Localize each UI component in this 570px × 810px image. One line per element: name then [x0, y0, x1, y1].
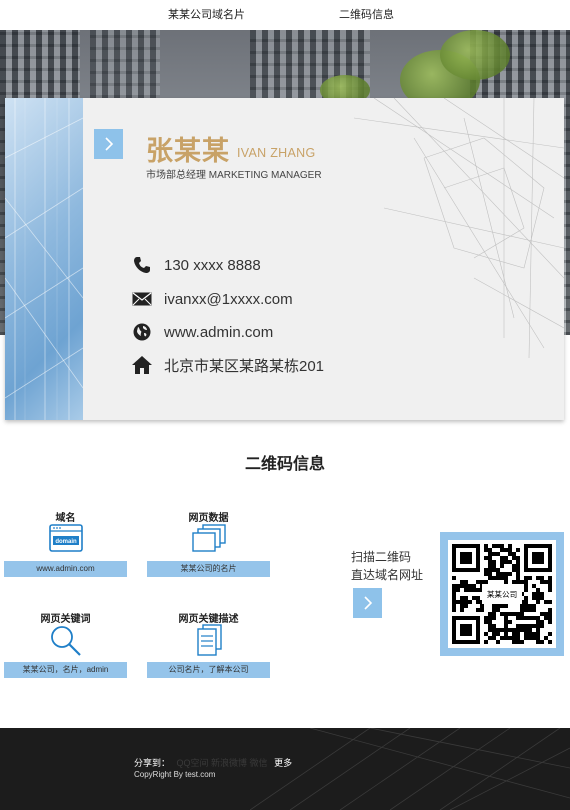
feature-description: 网页关键描述 公司名片，了解本公司 — [147, 610, 270, 680]
contact-website[interactable]: www.admin.com — [131, 321, 391, 343]
share-label: 分享到： — [134, 758, 171, 768]
scan-line-1: 扫描二维码 — [351, 550, 412, 564]
scan-instruction: 扫描二维码 直达域名网址 — [351, 548, 423, 584]
job-title: 市场部总经理 MARKETING MANAGER — [146, 170, 322, 181]
footer-decor — [250, 728, 570, 810]
contact-address[interactable]: 北京市某区某路某栋201 — [131, 354, 391, 376]
card-decor-strip — [5, 98, 83, 420]
qr-center-label: 某某公司 — [487, 590, 517, 599]
phone-text: 130 xxxx 8888 — [164, 256, 261, 274]
mail-icon — [131, 289, 153, 309]
share-bar: 分享到： QQ空间 新浪微博 微信 更多 — [134, 756, 292, 769]
domain-icon: domain — [49, 524, 83, 552]
contact-email[interactable]: ivanxx@1xxxx.com — [131, 288, 391, 310]
search-icon — [51, 626, 81, 656]
feature-title: 网页关键描述 — [178, 614, 239, 625]
qr-code-frame: 某某公司 — [440, 532, 564, 656]
feature-domain: 域名 domain www.admin.com — [4, 509, 127, 579]
contact-phone[interactable]: 130 xxxx 8888 — [131, 254, 391, 276]
copyright-text: CopyRight By test.com — [134, 770, 216, 779]
share-targets[interactable]: QQ空间 新浪微博 微信 — [177, 758, 268, 768]
scan-arrow-button[interactable] — [353, 588, 382, 618]
feature-value: 某某公司，名片，admin — [4, 662, 127, 678]
globe-icon — [131, 322, 153, 342]
home-icon — [131, 355, 153, 375]
document-icon — [197, 624, 222, 656]
person-name-en: IVAN ZHANG — [237, 146, 316, 160]
nav-link-qr-info[interactable]: 二维码信息 — [339, 6, 394, 22]
nav-link-card[interactable]: 某某公司域名片 — [168, 6, 245, 22]
feature-page-data: 网页数据 某某公司的名片 — [147, 509, 270, 579]
pages-icon — [192, 524, 226, 552]
feature-title: 网页数据 — [188, 513, 229, 524]
chevron-right-icon — [104, 137, 113, 151]
address-text: 北京市某区某路某栋201 — [164, 357, 325, 375]
share-more-link[interactable]: 更多 — [274, 758, 292, 768]
footer: 分享到： QQ空间 新浪微博 微信 更多 CopyRight By test.c… — [0, 728, 570, 810]
chevron-right-icon — [363, 596, 372, 610]
feature-keywords: 网页关键词 某某公司，名片，admin — [4, 610, 127, 680]
feature-value: 某某公司的名片 — [147, 561, 270, 577]
scan-line-2: 直达域名网址 — [351, 568, 424, 582]
person-name-cn: 张某某 — [146, 136, 230, 166]
feature-value: 公司名片，了解本公司 — [147, 662, 270, 678]
phone-icon — [131, 255, 153, 275]
card-arrow-button[interactable] — [94, 129, 123, 159]
website-text: www.admin.com — [164, 323, 274, 341]
qr-section-heading: 二维码信息 — [244, 456, 325, 473]
domain-icon-label: domain — [55, 539, 77, 545]
top-nav: 某某公司域名片 二维码信息 — [0, 0, 570, 30]
feature-title: 域名 — [55, 513, 76, 524]
email-text: ivanxx@1xxxx.com — [164, 290, 293, 308]
feature-title: 网页关键词 — [40, 614, 91, 625]
feature-value: www.admin.com — [4, 561, 127, 577]
qr-code-image: 某某公司 — [452, 544, 552, 644]
